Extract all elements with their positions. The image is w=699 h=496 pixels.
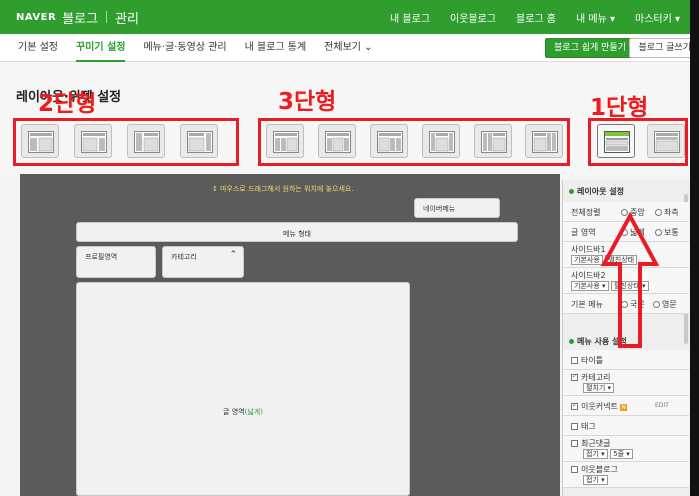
recent-comments-checkbox[interactable] — [571, 440, 578, 447]
naver-logo[interactable]: NAVER — [16, 12, 56, 23]
annotation-2col-label: 2단형 — [38, 91, 97, 117]
annotation-up-arrow — [600, 212, 660, 348]
screen: NAVER 블로그 관리 내 블로그 이웃블로그 블로그 홈 내 메뉴 ▾ 마스… — [0, 0, 690, 496]
category-checkbox[interactable] — [571, 372, 578, 381]
profile-widget[interactable]: 프로필영역 — [76, 246, 156, 278]
recent-comments-lines-select[interactable]: 5줄 ▾ — [610, 449, 633, 459]
menu-item-neighbor-connect: 이웃커넥트 N EDIT — [563, 396, 689, 416]
bullet-icon — [569, 189, 574, 194]
menu-item-tag: 태그 — [563, 416, 689, 436]
neighbor-blog-checkbox[interactable] — [571, 466, 578, 473]
menu-bar-widget[interactable]: 메뉴 형태 — [76, 222, 518, 242]
write-post-button[interactable]: 블로그 글쓰기 — [629, 38, 690, 58]
annotation-box-2col — [13, 118, 239, 166]
annotation-box-3col — [258, 118, 570, 166]
view-all-dropdown[interactable]: 전체보기 ⌄ — [324, 34, 372, 62]
top-nav: 내 블로그 이웃블로그 블로그 홈 내 메뉴 ▾ 마스터키 ▾ — [370, 0, 680, 34]
neighbor-menu-label: 네이버메뉴 — [423, 205, 456, 213]
admin-title: 관리 — [115, 11, 140, 27]
basic-menu-label: 기본 메뉴 — [571, 300, 603, 309]
masterkey-dropdown[interactable]: 마스터키 ▾ — [635, 10, 680, 25]
bullet-icon — [569, 339, 574, 344]
post-area-label: 글 영역(넓게) — [223, 408, 263, 416]
annotation-3col-label: 3단형 — [278, 89, 337, 115]
blog-logo[interactable]: 블로그 — [62, 8, 98, 27]
layout-settings-heading: 레이아웃 설정 — [569, 186, 624, 197]
neighbor-menu-widget[interactable]: 네이버메뉴 — [414, 198, 500, 218]
top-bar: NAVER 블로그 관리 내 블로그 이웃블로그 블로그 홈 내 메뉴 ▾ 마스… — [0, 0, 690, 34]
tab-menu-post-video[interactable]: 메뉴·글·동영상 관리 — [143, 34, 226, 62]
new-badge: N — [620, 404, 627, 411]
monitor-bezel — [690, 0, 699, 496]
menu-item-recent-comments: 최근댓글 접기 ▾ 5줄 ▾ — [563, 436, 689, 462]
annotation-box-1col — [588, 118, 688, 166]
profile-label: 프로필영역 — [85, 253, 118, 261]
menu-item-title: 타이틀 — [563, 350, 689, 370]
category-expand-select[interactable]: 펼치기 ▾ — [583, 383, 615, 393]
title-checkbox[interactable] — [571, 357, 578, 364]
tab-blog-stats[interactable]: 내 블로그 통계 — [245, 34, 307, 62]
recent-comments-fold-select[interactable]: 접기 ▾ — [583, 449, 608, 459]
annotation-1col-label: 1단형 — [590, 95, 649, 121]
neighbor-blog-link[interactable]: 이웃블로그 — [450, 10, 496, 25]
divider — [106, 11, 108, 23]
neighbor-connect-checkbox[interactable] — [571, 401, 578, 410]
easy-blog-button[interactable]: 블로그 쉽게 만들기 — [545, 38, 635, 58]
my-blog-link[interactable]: 내 블로그 — [390, 10, 430, 25]
sidebar1-use-select[interactable]: 기본사용 — [571, 255, 603, 265]
sub-nav: 기본 설정 꾸미기 설정 메뉴·글·동영상 관리 내 블로그 통계 전체보기 ⌄… — [0, 34, 690, 62]
edit-link[interactable]: EDIT — [655, 402, 669, 409]
post-area-widget[interactable]: 글 영역(넓게) — [76, 282, 410, 496]
menu-item-category: 카테고리 펼치기 ▾ — [563, 370, 689, 396]
my-menu-dropdown[interactable]: 내 메뉴 ▾ — [576, 10, 615, 25]
post-area-setting-label: 글 영역 — [571, 228, 596, 237]
category-label: 카테고리 — [171, 253, 197, 261]
neighbor-blog-fold-select[interactable]: 접기 ▾ — [583, 475, 608, 485]
menu-item-neighbor-blog: 이웃블로그 접기 ▾ — [563, 462, 689, 488]
category-widget[interactable]: 카테고리 ⌃ — [162, 246, 244, 278]
tab-basic-settings[interactable]: 기본 설정 — [18, 34, 58, 62]
tab-design-settings[interactable]: 꾸미기 설정 — [75, 34, 126, 62]
tag-checkbox[interactable] — [571, 423, 578, 430]
drag-hint: ↕ 마우스로 드래그해서 원하는 위치에 놓으세요. — [212, 185, 354, 193]
blog-home-link[interactable]: 블로그 홈 — [516, 10, 556, 25]
collapse-icon[interactable]: ⌃ — [229, 250, 237, 260]
menu-bar-label: 메뉴 형태 — [283, 230, 311, 238]
align-label: 전체정렬 — [571, 208, 601, 217]
layout-selector-area: 레이아웃·위젯 설정 2단형 3단형 1단형 — [0, 62, 690, 174]
layout-edit-canvas: ↕ 마우스로 드래그해서 원하는 위치에 놓으세요. 네이버메뉴 메뉴 형태 프… — [20, 174, 560, 496]
